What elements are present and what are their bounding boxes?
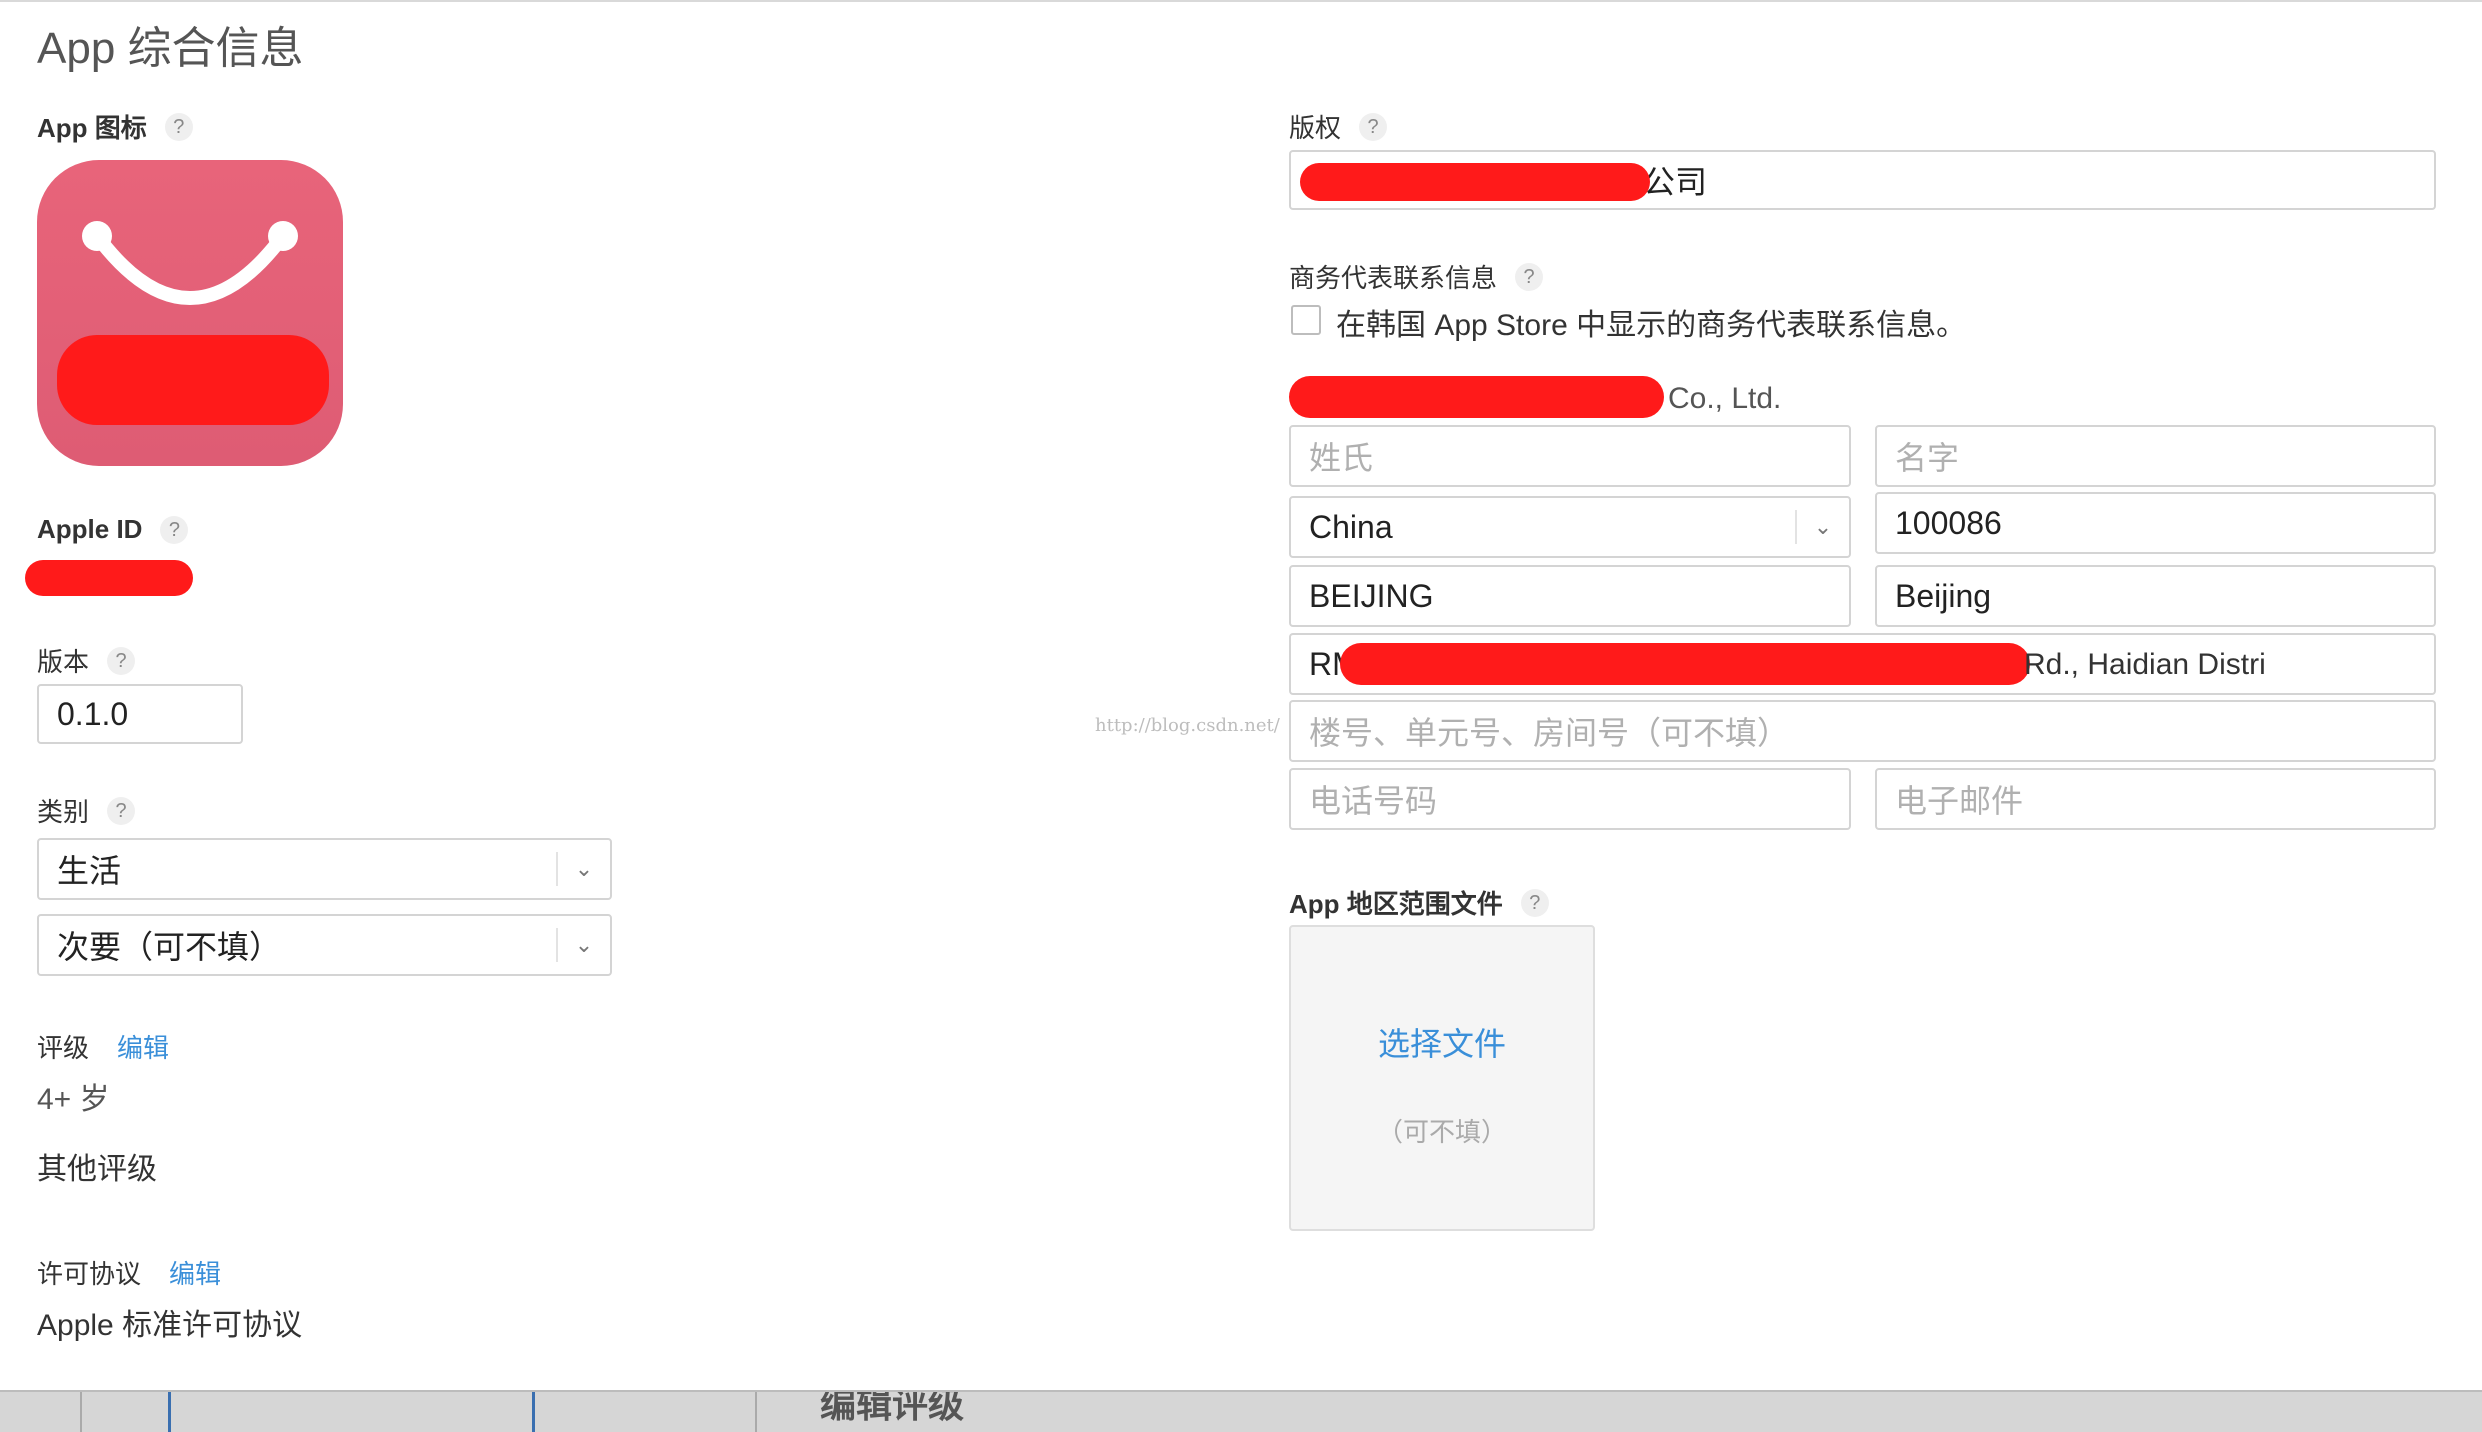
first-name-input[interactable]: 名字 xyxy=(1875,425,2436,487)
city-value: Beijing xyxy=(1895,577,1992,614)
company-name-suffix: Co., Ltd. xyxy=(1668,382,1782,415)
rating-label-text: 评级 xyxy=(37,1033,90,1063)
question-circle-icon[interactable]: ? xyxy=(1520,888,1549,917)
chevron-down-icon: ⌄ xyxy=(556,927,610,963)
other-ratings-link[interactable]: 其他评级 xyxy=(37,1144,157,1188)
contact-label: 商务代表联系信息 ? xyxy=(1289,258,1544,295)
copyright-redaction xyxy=(1300,163,1650,201)
region-file-dropzone[interactable]: 选择文件 （可不填） xyxy=(1289,925,1595,1231)
license-label: 许可协议 编辑 xyxy=(37,1254,221,1291)
top-divider xyxy=(0,0,2482,2)
version-label: 版本 ? xyxy=(37,642,136,679)
korea-contact-checkbox[interactable] xyxy=(1291,305,1321,335)
address-suffix: Rd., Haidian Distri xyxy=(2024,648,2266,681)
apple-id-label-text: Apple ID xyxy=(37,514,143,544)
license-label-text: 许可协议 xyxy=(37,1259,142,1289)
region-file-label: App 地区范围文件 ? xyxy=(1289,884,1549,921)
app-icon-label-text: App 图标 xyxy=(37,113,147,143)
standard-license-link[interactable]: Apple 标准许可协议 xyxy=(37,1300,302,1344)
divider xyxy=(755,1392,757,1432)
last-name-placeholder: 姓氏 xyxy=(1309,440,1374,476)
company-redaction xyxy=(1289,376,1664,418)
secondary-category-select[interactable]: 次要（可不填） ⌄ xyxy=(37,914,612,976)
state-input[interactable]: BEIJING xyxy=(1289,565,1851,627)
copyright-label: 版权 ? xyxy=(1289,108,1388,145)
address-line2-placeholder: 楼号、单元号、房间号（可不填） xyxy=(1309,715,1790,751)
apple-id-label: Apple ID ? xyxy=(37,514,189,545)
country-value: China xyxy=(1309,508,1393,545)
korea-checkbox-label: 在韩国 App Store 中显示的商务代表联系信息。 xyxy=(1336,309,1967,342)
secondary-category-value: 次要（可不填） xyxy=(57,929,282,965)
postal-code-input[interactable]: 100086 xyxy=(1875,492,2436,554)
apple-id-redaction xyxy=(25,560,193,596)
rating-value: 4+ 岁 xyxy=(37,1083,110,1116)
divider xyxy=(168,1392,171,1432)
country-select[interactable]: China ⌄ xyxy=(1289,496,1851,558)
address-redaction xyxy=(1340,643,2030,685)
divider xyxy=(80,1392,82,1432)
city-input[interactable]: Beijing xyxy=(1875,565,2436,627)
app-icon[interactable] xyxy=(37,160,343,466)
chevron-down-icon: ⌄ xyxy=(1795,509,1849,545)
copyright-label-text: 版权 xyxy=(1289,113,1342,143)
email-placeholder: 电子邮件 xyxy=(1895,783,2024,819)
choose-file-button[interactable]: 选择文件 xyxy=(1291,1019,1593,1065)
page-title: App 综合信息 xyxy=(37,24,304,73)
category-label: 类别 ? xyxy=(37,792,136,829)
next-section-title: 编辑评级 xyxy=(820,1390,965,1425)
app-icon-label: App 图标 ? xyxy=(37,108,193,145)
contact-label-text: 商务代表联系信息 xyxy=(1289,263,1498,293)
primary-category-select[interactable]: 生活 ⌄ xyxy=(37,838,612,900)
license-edit-link[interactable]: 编辑 xyxy=(169,1254,221,1291)
category-label-text: 类别 xyxy=(37,797,90,827)
question-circle-icon[interactable]: ? xyxy=(164,112,193,141)
version-value: 0.1.0 xyxy=(57,695,129,732)
last-name-input[interactable]: 姓氏 xyxy=(1289,425,1851,487)
question-circle-icon[interactable]: ? xyxy=(107,646,136,675)
choose-file-optional: （可不填） xyxy=(1376,1117,1507,1147)
question-circle-icon[interactable]: ? xyxy=(160,515,189,544)
chevron-down-icon: ⌄ xyxy=(556,851,610,887)
phone-input[interactable]: 电话号码 xyxy=(1289,768,1851,830)
address-line2-input[interactable]: 楼号、单元号、房间号（可不填） xyxy=(1289,700,2436,762)
region-file-label-text: App 地区范围文件 xyxy=(1289,889,1503,919)
question-circle-icon[interactable]: ? xyxy=(107,796,136,825)
version-input[interactable]: 0.1.0 xyxy=(37,684,243,744)
divider xyxy=(532,1392,535,1432)
version-label-text: 版本 xyxy=(37,647,90,677)
redaction-mark xyxy=(57,335,329,425)
question-circle-icon[interactable]: ? xyxy=(1515,262,1544,291)
watermark: http://blog.csdn.net/ xyxy=(1095,715,1280,736)
primary-category-value: 生活 xyxy=(57,853,122,889)
email-input[interactable]: 电子邮件 xyxy=(1875,768,2436,830)
question-circle-icon[interactable]: ? xyxy=(1359,112,1388,141)
first-name-placeholder: 名字 xyxy=(1895,440,1960,476)
rating-edit-link[interactable]: 编辑 xyxy=(117,1028,169,1065)
rating-label: 评级 编辑 xyxy=(37,1028,169,1065)
bottom-section-strip: 编辑评级 xyxy=(0,1390,2482,1432)
postal-code-value: 100086 xyxy=(1895,504,2002,541)
state-value: BEIJING xyxy=(1309,577,1434,614)
phone-placeholder: 电话号码 xyxy=(1309,783,1438,819)
